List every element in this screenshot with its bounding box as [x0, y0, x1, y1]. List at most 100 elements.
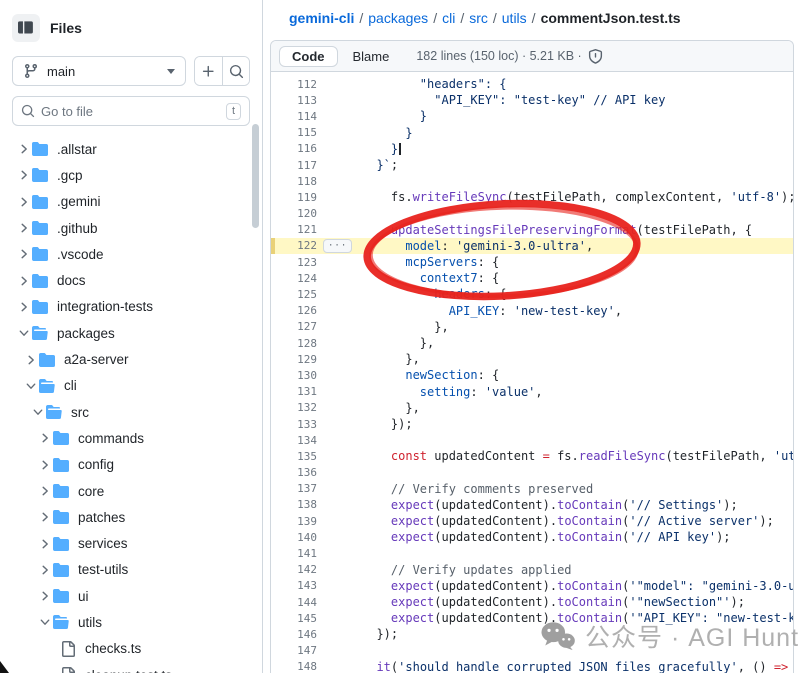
shield-icon[interactable] — [588, 49, 603, 64]
sidebar-scrollbar-thumb[interactable] — [252, 124, 259, 228]
line-number[interactable]: 139 — [271, 515, 331, 528]
line-number[interactable]: 113 — [271, 94, 331, 107]
code-line[interactable]: 121 updateSettingsFilePreservingFormat(t… — [271, 222, 793, 238]
code-line[interactable]: 126 API_KEY: 'new-test-key', — [271, 303, 793, 319]
code-line[interactable]: 133 }); — [271, 416, 793, 432]
breadcrumb-segment-packages[interactable]: packages — [368, 10, 428, 26]
code-line[interactable]: 116 } — [271, 141, 793, 157]
code-line[interactable]: 122··· model: 'gemini-3.0-ultra', — [271, 238, 793, 254]
line-number[interactable]: 137 — [271, 482, 331, 495]
code-line[interactable]: 136 — [271, 465, 793, 481]
code-line[interactable]: 135 const updatedContent = fs.readFileSy… — [271, 448, 793, 464]
tab-code[interactable]: Code — [279, 46, 338, 67]
code-line[interactable]: 137 // Verify comments preserved — [271, 481, 793, 497]
tree-item-checks.ts[interactable]: checks.ts — [0, 636, 262, 662]
tree-item-a2a-server[interactable]: a2a-server — [0, 346, 262, 372]
breadcrumb-segment-gemini-cli[interactable]: gemini-cli — [289, 10, 354, 26]
go-to-file-input[interactable] — [41, 104, 220, 119]
go-to-file-box[interactable]: t — [12, 96, 250, 126]
code-line[interactable]: 139 expect(updatedContent).toContain('//… — [271, 513, 793, 529]
tree-item-ui[interactable]: ui — [0, 583, 262, 609]
tree-item-integration-tests[interactable]: integration-tests — [0, 294, 262, 320]
tree-item-.allstar[interactable]: .allstar — [0, 136, 262, 162]
tree-item-config[interactable]: config — [0, 452, 262, 478]
code-line[interactable]: 123 mcpServers: { — [271, 254, 793, 270]
code-line[interactable]: 134 — [271, 432, 793, 448]
breadcrumb-segment-cli[interactable]: cli — [442, 10, 455, 26]
line-number[interactable]: 122 — [271, 239, 331, 252]
line-options-button[interactable]: ··· — [323, 239, 352, 253]
branch-selector[interactable]: main — [12, 56, 186, 86]
line-number[interactable]: 134 — [271, 434, 331, 447]
line-number[interactable]: 117 — [271, 159, 331, 172]
line-number[interactable]: 112 — [271, 78, 331, 91]
tree-item-.vscode[interactable]: .vscode — [0, 241, 262, 267]
line-number[interactable]: 116 — [271, 142, 331, 155]
line-number[interactable]: 115 — [271, 126, 331, 139]
code-line[interactable]: 131 setting: 'value', — [271, 384, 793, 400]
line-number[interactable]: 142 — [271, 563, 331, 576]
line-number[interactable]: 126 — [271, 304, 331, 317]
tree-item-.github[interactable]: .github — [0, 215, 262, 241]
tree-item-packages[interactable]: packages — [0, 320, 262, 346]
tree-item-.gcp[interactable]: .gcp — [0, 162, 262, 188]
line-number[interactable]: 141 — [271, 547, 331, 560]
code-line[interactable]: 140 expect(updatedContent).toContain('//… — [271, 529, 793, 545]
line-number[interactable]: 120 — [271, 207, 331, 220]
code-line[interactable]: 141 — [271, 545, 793, 561]
line-number[interactable]: 133 — [271, 418, 331, 431]
tree-item-docs[interactable]: docs — [0, 267, 262, 293]
code-line[interactable]: 130 newSection: { — [271, 367, 793, 383]
tree-item-test-utils[interactable]: test-utils — [0, 557, 262, 583]
breadcrumb-segment-src[interactable]: src — [469, 10, 488, 26]
code-line[interactable]: 129 }, — [271, 351, 793, 367]
line-number[interactable]: 129 — [271, 353, 331, 366]
code-line[interactable]: 127 }, — [271, 319, 793, 335]
line-number[interactable]: 143 — [271, 579, 331, 592]
line-number[interactable]: 131 — [271, 385, 331, 398]
tree-item-commands[interactable]: commands — [0, 425, 262, 451]
code-line[interactable]: 125 headers: { — [271, 286, 793, 302]
code-line[interactable]: 128 }, — [271, 335, 793, 351]
code-line[interactable]: 138 expect(updatedContent).toContain('//… — [271, 497, 793, 513]
line-number[interactable]: 147 — [271, 644, 331, 657]
tab-blame[interactable]: Blame — [340, 46, 403, 67]
code-line[interactable]: 114 } — [271, 108, 793, 124]
line-number[interactable]: 125 — [271, 288, 331, 301]
new-file-button[interactable] — [195, 57, 222, 85]
line-number[interactable]: 114 — [271, 110, 331, 123]
code-line[interactable]: 120 — [271, 206, 793, 222]
tree-item-core[interactable]: core — [0, 478, 262, 504]
code-line[interactable]: 118 — [271, 173, 793, 189]
code-line[interactable]: 142 // Verify updates applied — [271, 562, 793, 578]
line-number[interactable]: 144 — [271, 596, 331, 609]
tree-item-.gemini[interactable]: .gemini — [0, 189, 262, 215]
code-line[interactable]: 124 context7: { — [271, 270, 793, 286]
breadcrumb-segment-utils[interactable]: utils — [502, 10, 527, 26]
tree-item-patches[interactable]: patches — [0, 504, 262, 530]
code-line[interactable]: 112 "headers": { — [271, 76, 793, 92]
line-number[interactable]: 135 — [271, 450, 331, 463]
line-number[interactable]: 148 — [271, 660, 331, 673]
code-line[interactable]: 144 expect(updatedContent).toContain('"n… — [271, 594, 793, 610]
line-number[interactable]: 127 — [271, 320, 331, 333]
code-line[interactable]: 119 fs.writeFileSync(testFilePath, compl… — [271, 189, 793, 205]
line-number[interactable]: 130 — [271, 369, 331, 382]
line-number[interactable]: 145 — [271, 612, 331, 625]
line-number[interactable]: 123 — [271, 256, 331, 269]
code-line[interactable]: 132 }, — [271, 400, 793, 416]
tree-item-src[interactable]: src — [0, 399, 262, 425]
code-line[interactable]: 113 "API_KEY": "test-key" // API key — [271, 92, 793, 108]
line-number[interactable]: 128 — [271, 337, 331, 350]
line-number[interactable]: 140 — [271, 531, 331, 544]
tree-item-cli[interactable]: cli — [0, 373, 262, 399]
line-number[interactable]: 118 — [271, 175, 331, 188]
search-tree-button[interactable] — [222, 57, 249, 85]
code-line[interactable]: 148 it('should handle corrupted JSON fil… — [271, 659, 793, 673]
collapse-sidebar-button[interactable] — [12, 14, 40, 42]
line-number[interactable]: 124 — [271, 272, 331, 285]
code-line[interactable]: 115 } — [271, 125, 793, 141]
line-number[interactable]: 119 — [271, 191, 331, 204]
line-number[interactable]: 138 — [271, 498, 331, 511]
line-number[interactable]: 121 — [271, 223, 331, 236]
